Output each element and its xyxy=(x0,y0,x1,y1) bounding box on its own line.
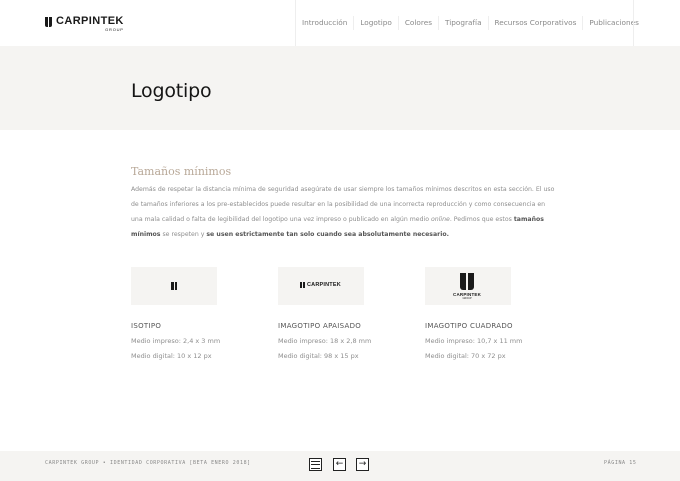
nav-recursos-corporativos[interactable]: Recursos Corporativos xyxy=(489,16,584,30)
brand-mark-icon xyxy=(460,273,475,290)
main-nav: Introducción Logotipo Colores Tipografía… xyxy=(295,0,645,46)
brand-sub: GROUP xyxy=(105,27,124,32)
card-title: ISOTIPO xyxy=(131,322,162,330)
card-title: IMAGOTIPO CUADRADO xyxy=(425,322,513,330)
prev-page-button[interactable]: ← xyxy=(333,458,346,471)
horizontal-logo: CARPINTEK xyxy=(300,282,341,288)
brand-name: CARPINTEK xyxy=(56,15,124,27)
card-digital-size: Medio digital: 98 x 15 px xyxy=(278,352,359,360)
isotipo-icon xyxy=(171,282,177,290)
card-print-size: Medio impreso: 10,7 x 11 mm xyxy=(425,337,523,345)
index-button[interactable] xyxy=(309,458,322,471)
list-icon xyxy=(311,460,320,469)
hero-banner xyxy=(0,46,680,130)
nav-colores[interactable]: Colores xyxy=(399,16,440,30)
square-logo: CARPINTEK GROUP xyxy=(453,273,481,300)
nav-logotipo[interactable]: Logotipo xyxy=(354,16,399,30)
next-page-button[interactable]: → xyxy=(356,458,369,471)
footer-doc-info: CARPINTEK GROUP • IDENTIDAD CORPORATIVA … xyxy=(45,460,251,466)
arrow-left-icon: ← xyxy=(335,459,344,469)
isotipo-preview xyxy=(131,267,217,305)
section-body: Además de respetar la distancia mínima d… xyxy=(131,186,555,238)
page-title: Logotipo xyxy=(131,80,212,102)
card-digital-size: Medio digital: 70 x 72 px xyxy=(425,352,506,360)
nav-introduccion[interactable]: Introducción xyxy=(296,16,355,30)
arrow-right-icon: → xyxy=(358,459,367,469)
nav-divider xyxy=(633,0,634,46)
imagotipo-cuadrado-preview: CARPINTEK GROUP xyxy=(425,267,511,305)
section-title: Tamaños mínimos xyxy=(131,165,232,178)
card-print-size: Medio impreso: 2,4 x 3 mm xyxy=(131,337,221,345)
page-number: PÁGINA 15 xyxy=(604,460,637,466)
imagotipo-apaisado-preview: CARPINTEK xyxy=(278,267,364,305)
brand-logo[interactable]: CARPINTEK GROUP xyxy=(45,16,124,32)
nav-tipografia[interactable]: Tipografía xyxy=(439,16,489,30)
top-header: CARPINTEK GROUP Introducción Logotipo Co… xyxy=(0,0,680,46)
brand-mark-icon xyxy=(45,17,52,27)
card-title: IMAGOTIPO APAISADO xyxy=(278,322,362,330)
card-print-size: Medio impreso: 18 x 2,8 mm xyxy=(278,337,372,345)
nav-publicaciones[interactable]: Publicaciones xyxy=(583,16,645,30)
card-digital-size: Medio digital: 10 x 12 px xyxy=(131,352,212,360)
brand-mark-icon xyxy=(300,282,305,288)
